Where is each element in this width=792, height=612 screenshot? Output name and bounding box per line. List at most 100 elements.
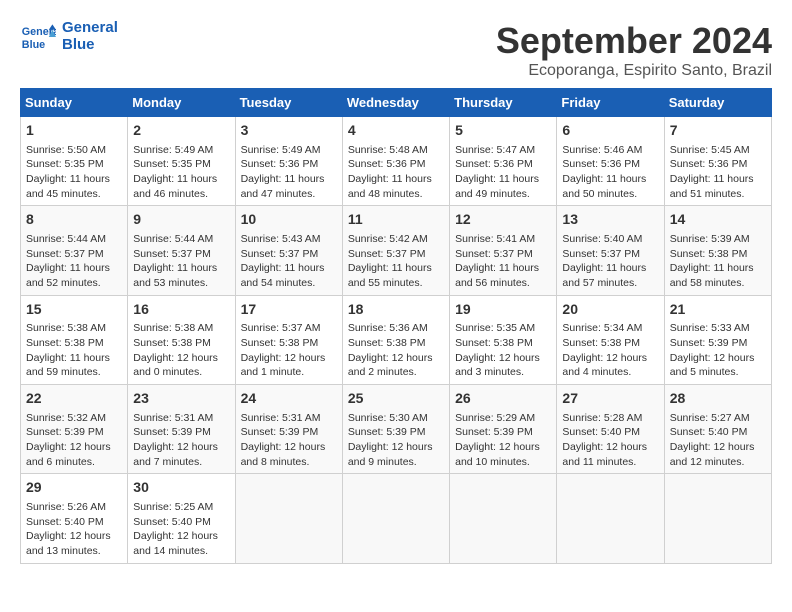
day-number: 21 [670,300,766,320]
calendar-week-row: 1Sunrise: 5:50 AMSunset: 5:35 PMDaylight… [21,117,772,206]
calendar-header-row: Sunday Monday Tuesday Wednesday Thursday… [21,89,772,117]
header-wednesday: Wednesday [342,89,449,117]
calendar-day-cell: 25Sunrise: 5:30 AMSunset: 5:39 PMDayligh… [342,385,449,474]
calendar-day-cell [342,474,449,563]
location-subtitle: Ecoporanga, Espirito Santo, Brazil [496,62,772,80]
day-info: Sunrise: 5:31 AMSunset: 5:39 PMDaylight:… [241,411,337,470]
calendar-day-cell: 18Sunrise: 5:36 AMSunset: 5:38 PMDayligh… [342,295,449,384]
calendar-week-row: 8Sunrise: 5:44 AMSunset: 5:37 PMDaylight… [21,206,772,295]
day-number: 19 [455,300,551,320]
calendar-day-cell: 17Sunrise: 5:37 AMSunset: 5:38 PMDayligh… [235,295,342,384]
day-number: 20 [562,300,658,320]
day-number: 16 [133,300,229,320]
day-info: Sunrise: 5:37 AMSunset: 5:38 PMDaylight:… [241,321,337,380]
day-info: Sunrise: 5:35 AMSunset: 5:38 PMDaylight:… [455,321,551,380]
day-info: Sunrise: 5:38 AMSunset: 5:38 PMDaylight:… [133,321,229,380]
calendar-day-cell: 26Sunrise: 5:29 AMSunset: 5:39 PMDayligh… [450,385,557,474]
day-number: 12 [455,210,551,230]
day-info: Sunrise: 5:38 AMSunset: 5:38 PMDaylight:… [26,321,122,380]
calendar-day-cell [557,474,664,563]
day-number: 25 [348,389,444,409]
day-info: Sunrise: 5:32 AMSunset: 5:39 PMDaylight:… [26,411,122,470]
calendar-day-cell: 8Sunrise: 5:44 AMSunset: 5:37 PMDaylight… [21,206,128,295]
day-number: 23 [133,389,229,409]
day-number: 29 [26,478,122,498]
day-number: 5 [455,121,551,141]
day-number: 11 [348,210,444,230]
day-info: Sunrise: 5:39 AMSunset: 5:38 PMDaylight:… [670,232,766,291]
day-info: Sunrise: 5:50 AMSunset: 5:35 PMDaylight:… [26,143,122,202]
day-info: Sunrise: 5:28 AMSunset: 5:40 PMDaylight:… [562,411,658,470]
day-info: Sunrise: 5:48 AMSunset: 5:36 PMDaylight:… [348,143,444,202]
day-number: 18 [348,300,444,320]
day-info: Sunrise: 5:30 AMSunset: 5:39 PMDaylight:… [348,411,444,470]
calendar-day-cell: 11Sunrise: 5:42 AMSunset: 5:37 PMDayligh… [342,206,449,295]
calendar-day-cell: 4Sunrise: 5:48 AMSunset: 5:36 PMDaylight… [342,117,449,206]
month-title: September 2024 [496,20,772,62]
day-info: Sunrise: 5:44 AMSunset: 5:37 PMDaylight:… [26,232,122,291]
day-info: Sunrise: 5:47 AMSunset: 5:36 PMDaylight:… [455,143,551,202]
calendar-day-cell [235,474,342,563]
day-number: 17 [241,300,337,320]
day-number: 28 [670,389,766,409]
header-thursday: Thursday [450,89,557,117]
header-sunday: Sunday [21,89,128,117]
day-info: Sunrise: 5:42 AMSunset: 5:37 PMDaylight:… [348,232,444,291]
day-number: 7 [670,121,766,141]
calendar-day-cell: 14Sunrise: 5:39 AMSunset: 5:38 PMDayligh… [664,206,771,295]
calendar-day-cell: 29Sunrise: 5:26 AMSunset: 5:40 PMDayligh… [21,474,128,563]
day-number: 13 [562,210,658,230]
calendar-day-cell: 28Sunrise: 5:27 AMSunset: 5:40 PMDayligh… [664,385,771,474]
calendar-week-row: 22Sunrise: 5:32 AMSunset: 5:39 PMDayligh… [21,385,772,474]
day-number: 14 [670,210,766,230]
calendar-day-cell: 30Sunrise: 5:25 AMSunset: 5:40 PMDayligh… [128,474,235,563]
calendar-day-cell: 3Sunrise: 5:49 AMSunset: 5:36 PMDaylight… [235,117,342,206]
calendar-day-cell: 12Sunrise: 5:41 AMSunset: 5:37 PMDayligh… [450,206,557,295]
calendar-week-row: 15Sunrise: 5:38 AMSunset: 5:38 PMDayligh… [21,295,772,384]
calendar-day-cell: 5Sunrise: 5:47 AMSunset: 5:36 PMDaylight… [450,117,557,206]
calendar-day-cell: 9Sunrise: 5:44 AMSunset: 5:37 PMDaylight… [128,206,235,295]
day-number: 26 [455,389,551,409]
day-number: 3 [241,121,337,141]
calendar-table: Sunday Monday Tuesday Wednesday Thursday… [20,88,772,564]
day-info: Sunrise: 5:29 AMSunset: 5:39 PMDaylight:… [455,411,551,470]
day-info: Sunrise: 5:44 AMSunset: 5:37 PMDaylight:… [133,232,229,291]
header-tuesday: Tuesday [235,89,342,117]
logo-text: General Blue [62,20,118,53]
day-number: 9 [133,210,229,230]
calendar-day-cell: 24Sunrise: 5:31 AMSunset: 5:39 PMDayligh… [235,385,342,474]
header-monday: Monday [128,89,235,117]
day-number: 10 [241,210,337,230]
calendar-day-cell: 27Sunrise: 5:28 AMSunset: 5:40 PMDayligh… [557,385,664,474]
day-info: Sunrise: 5:49 AMSunset: 5:35 PMDaylight:… [133,143,229,202]
header-saturday: Saturday [664,89,771,117]
day-info: Sunrise: 5:40 AMSunset: 5:37 PMDaylight:… [562,232,658,291]
day-info: Sunrise: 5:41 AMSunset: 5:37 PMDaylight:… [455,232,551,291]
day-info: Sunrise: 5:45 AMSunset: 5:36 PMDaylight:… [670,143,766,202]
day-info: Sunrise: 5:46 AMSunset: 5:36 PMDaylight:… [562,143,658,202]
day-number: 2 [133,121,229,141]
calendar-week-row: 29Sunrise: 5:26 AMSunset: 5:40 PMDayligh… [21,474,772,563]
day-info: Sunrise: 5:36 AMSunset: 5:38 PMDaylight:… [348,321,444,380]
day-info: Sunrise: 5:33 AMSunset: 5:39 PMDaylight:… [670,321,766,380]
day-number: 15 [26,300,122,320]
calendar-day-cell: 22Sunrise: 5:32 AMSunset: 5:39 PMDayligh… [21,385,128,474]
day-info: Sunrise: 5:27 AMSunset: 5:40 PMDaylight:… [670,411,766,470]
day-number: 27 [562,389,658,409]
day-number: 4 [348,121,444,141]
logo-icon: General Blue [20,22,56,52]
calendar-day-cell: 15Sunrise: 5:38 AMSunset: 5:38 PMDayligh… [21,295,128,384]
day-number: 8 [26,210,122,230]
calendar-day-cell [664,474,771,563]
title-section: September 2024 Ecoporanga, Espirito Sant… [496,20,772,80]
logo: General Blue General Blue [20,20,118,53]
calendar-day-cell: 16Sunrise: 5:38 AMSunset: 5:38 PMDayligh… [128,295,235,384]
day-info: Sunrise: 5:43 AMSunset: 5:37 PMDaylight:… [241,232,337,291]
calendar-day-cell: 6Sunrise: 5:46 AMSunset: 5:36 PMDaylight… [557,117,664,206]
calendar-day-cell: 1Sunrise: 5:50 AMSunset: 5:35 PMDaylight… [21,117,128,206]
day-info: Sunrise: 5:25 AMSunset: 5:40 PMDaylight:… [133,500,229,559]
day-number: 24 [241,389,337,409]
calendar-day-cell: 7Sunrise: 5:45 AMSunset: 5:36 PMDaylight… [664,117,771,206]
day-number: 1 [26,121,122,141]
calendar-day-cell: 23Sunrise: 5:31 AMSunset: 5:39 PMDayligh… [128,385,235,474]
